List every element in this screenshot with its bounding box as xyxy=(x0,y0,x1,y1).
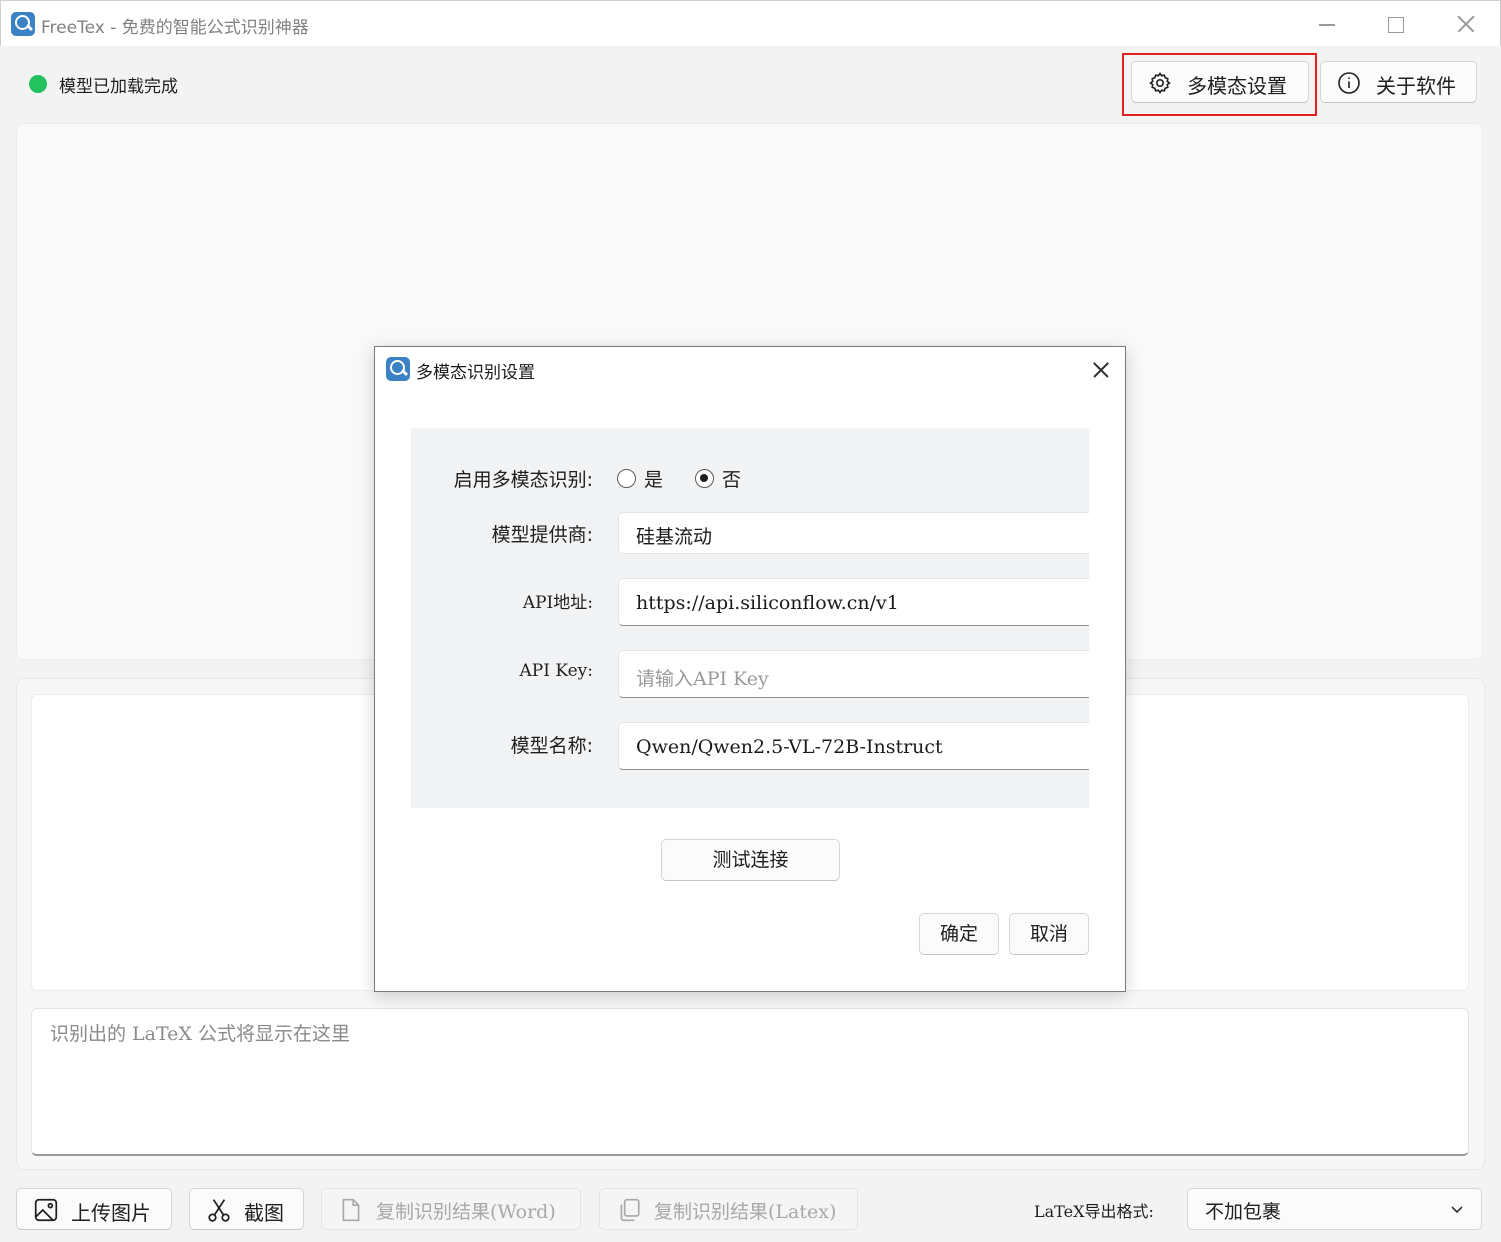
radio-enable-no[interactable] xyxy=(695,469,714,488)
multimodal-settings-dialog: 多模态识别设置 启用多模态识别: 是 否 模型提供商: API地址: API K… xyxy=(374,346,1126,992)
cancel-button[interactable]: 取消 xyxy=(1009,913,1089,955)
app-logo-icon xyxy=(11,12,35,36)
api-url-value: https://api.siliconflow.cn/v1 xyxy=(636,592,899,614)
provider-value: 硅基流动 xyxy=(636,526,713,548)
api-key-input[interactable]: 请输入API Key xyxy=(618,650,1089,698)
provider-label: 模型提供商: xyxy=(491,524,593,546)
image-icon xyxy=(34,1198,58,1222)
api-key-label: API Key: xyxy=(519,661,593,681)
scissors-icon xyxy=(208,1199,230,1222)
api-key-placeholder: 请输入API Key xyxy=(636,668,769,690)
close-window-button[interactable] xyxy=(1451,9,1481,39)
title-bar: FreeTex - 免费的智能公式识别神器 xyxy=(0,0,1501,46)
info-icon xyxy=(1338,72,1360,94)
dialog-logo-icon xyxy=(386,357,410,381)
copy-icon xyxy=(620,1198,640,1222)
latex-output-textarea[interactable]: 识别出的 LaTeX 公式将显示在这里 xyxy=(31,1008,1469,1156)
latex-placeholder: 识别出的 LaTeX 公式将显示在这里 xyxy=(50,1023,350,1045)
dialog-title: 多模态识别设置 xyxy=(416,363,535,383)
export-format-value: 不加包裹 xyxy=(1205,1201,1282,1223)
about-label: 关于软件 xyxy=(1376,74,1456,98)
status-indicator xyxy=(29,75,47,93)
document-icon xyxy=(342,1198,360,1222)
upload-image-label: 上传图片 xyxy=(71,1201,151,1225)
copy-latex-button[interactable]: 复制识别结果(Latex) xyxy=(599,1188,858,1230)
model-name-value: Qwen/Qwen2.5-VL-72B-Instruct xyxy=(636,736,943,758)
copy-word-label: 复制识别结果(Word) xyxy=(376,1201,556,1223)
provider-select[interactable]: 硅基流动 xyxy=(618,512,1089,554)
highlight-annotation xyxy=(1122,53,1317,116)
screenshot-button[interactable]: 截图 xyxy=(189,1188,304,1230)
api-url-label: API地址: xyxy=(522,593,593,613)
export-format-select[interactable]: 不加包裹 xyxy=(1187,1188,1482,1230)
maximize-button[interactable] xyxy=(1381,9,1411,39)
chevron-down-icon xyxy=(1451,1206,1463,1214)
dialog-close-button[interactable] xyxy=(1089,358,1113,382)
copy-latex-label: 复制识别结果(Latex) xyxy=(654,1201,837,1223)
radio-enable-yes[interactable] xyxy=(617,469,636,488)
copy-word-button[interactable]: 复制识别结果(Word) xyxy=(321,1188,581,1230)
radio-yes-label: 是 xyxy=(644,469,664,491)
status-text: 模型已加载完成 xyxy=(59,77,178,97)
upload-image-button[interactable]: 上传图片 xyxy=(16,1188,172,1230)
radio-no-label: 否 xyxy=(722,469,742,491)
minimize-button[interactable] xyxy=(1313,9,1343,39)
model-name-label: 模型名称: xyxy=(510,735,593,757)
screenshot-label: 截图 xyxy=(244,1201,284,1225)
about-button[interactable]: 关于软件 xyxy=(1320,61,1477,103)
model-name-input[interactable]: Qwen/Qwen2.5-VL-72B-Instruct xyxy=(618,722,1089,770)
api-url-input[interactable]: https://api.siliconflow.cn/v1 xyxy=(618,578,1089,626)
enable-multimodal-label: 启用多模态识别: xyxy=(453,469,593,491)
ok-button[interactable]: 确定 xyxy=(919,913,999,955)
test-connection-button[interactable]: 测试连接 xyxy=(661,839,840,881)
window-title: FreeTex - 免费的智能公式识别神器 xyxy=(41,18,309,38)
export-format-label: LaTeX导出格式: xyxy=(1034,1202,1154,1221)
